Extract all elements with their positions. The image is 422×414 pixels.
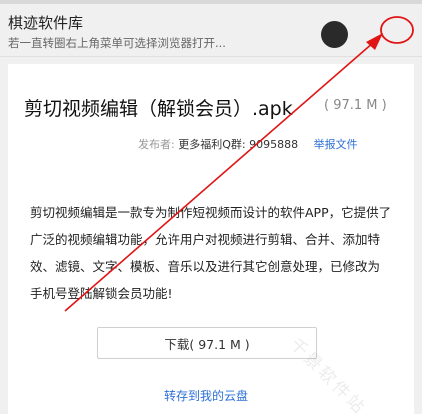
file-size: ( 97.1 M ) [324,98,387,113]
app-screen: 棋迹软件库 若一直转圈右上角菜单可选择浏览器打开... 剪切视频编辑（解锁会员）… [0,0,422,414]
publisher-name: 更多福利Q群: 9095888 [178,138,299,151]
menu-button[interactable] [380,13,414,47]
download-button[interactable]: 下载( 97.1 M ) [97,327,317,359]
publisher-row: 发布者: 更多福利Q群: 9095888 举报文件 [138,136,358,152]
header-hint: 若一直转圈右上角菜单可选择浏览器打开... [8,36,226,50]
file-description: 剪切视频编辑是一款专为制作短视频而设计的软件APP，它提供了广泛的视频编辑功能，… [30,205,392,301]
app-header: 棋迹软件库 若一直转圈右上角菜单可选择浏览器打开... [0,4,422,57]
report-link[interactable]: 举报文件 [314,138,358,151]
save-to-cloud-link[interactable]: 转存到我的云盘 [164,387,248,404]
loading-dot [321,21,348,48]
app-title: 棋迹软件库 [8,14,84,32]
file-name: 剪切视频编辑（解锁会员）.apk [24,98,293,120]
publisher-label: 发布者: [138,138,175,151]
